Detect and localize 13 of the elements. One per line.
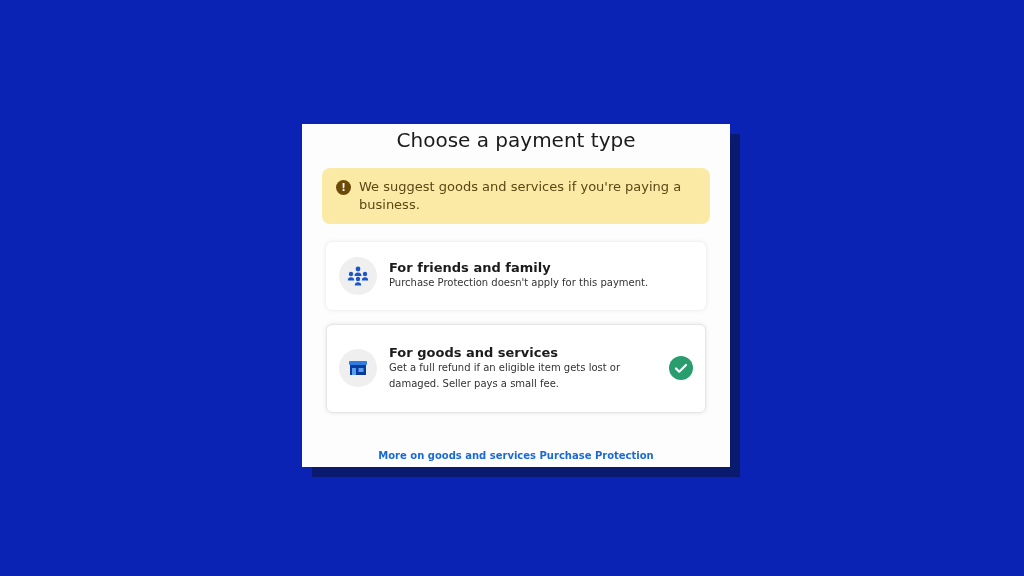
check-icon <box>669 356 693 380</box>
protection-link[interactable]: More on goods and services Purchase Protection <box>378 449 654 461</box>
people-icon <box>339 256 377 295</box>
dialog-title: Choose a payment type <box>395 127 637 152</box>
option-title: For friends and family <box>389 260 552 275</box>
store-icon <box>339 349 377 387</box>
option-title: For goods and services <box>389 344 559 360</box>
option-description: Purchase Protection doesn't apply for this payment. <box>389 276 650 290</box>
option-description: Get a full refund if an eligible item gets lost or damaged. Seller pays a small fee. <box>389 360 622 391</box>
payment-option[interactable]: For goods and services Get a full refund if an eligible item gets lost or damaged. Seller pays a small fee. <box>326 323 706 413</box>
notice-text: We suggest goods and services if you're paying a business. <box>359 177 683 214</box>
warning-icon: ! <box>336 179 351 195</box>
payment-option[interactable]: For friends and family Purchase Protection doesn't apply for this payment. <box>326 241 706 310</box>
